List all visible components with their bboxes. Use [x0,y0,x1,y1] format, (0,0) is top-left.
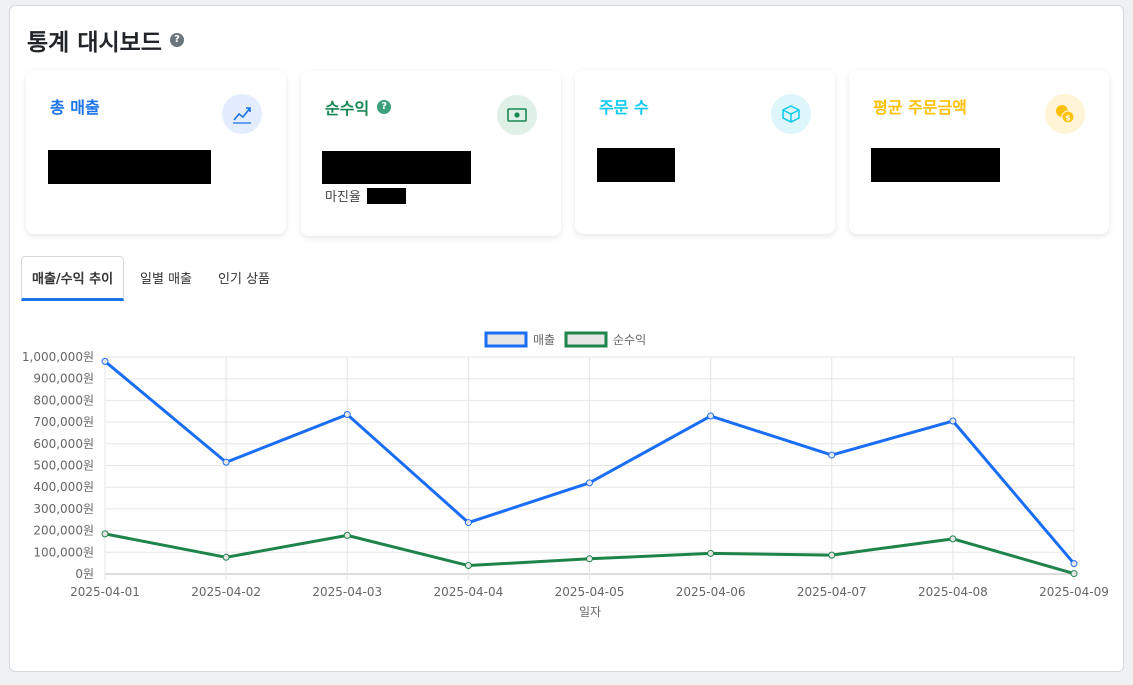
chart-line-icon [222,94,262,134]
chart-tabs: 매출/수익 추이 일별 매출 인기 상품 [21,256,286,301]
card-label: 평균 주문금액 [873,98,967,117]
card-label: 주문 수 [599,98,649,117]
card-label: 순수익 ? [325,95,392,119]
tab-sales-profit-trend[interactable]: 매출/수익 추이 [21,256,125,301]
redacted-value [366,187,406,204]
help-icon[interactable]: ? [377,100,392,114]
card-avg-order: 평균 주문금액 $ [849,70,1109,234]
page-title: 통계 대시보드 ? [27,23,184,57]
svg-text:$: $ [1065,114,1071,123]
card-net-profit: 순수익 ? 마진율 [301,71,561,236]
margin-rate: 마진율 [325,186,406,205]
card-order-count: 주문 수 [575,70,835,234]
cash-icon [497,95,537,135]
redacted-value [597,148,675,182]
help-icon[interactable]: ? [169,33,184,47]
coins-icon: $ [1045,94,1085,134]
redacted-value [48,150,211,184]
card-total-sales: 총 매출 [26,70,286,234]
box-icon [771,94,811,134]
redacted-value [871,148,1000,182]
tab-popular-products[interactable]: 인기 상품 [208,257,280,301]
tab-daily-sales[interactable]: 일별 매출 [130,257,202,301]
redacted-value [322,151,471,184]
card-label: 총 매출 [50,98,100,117]
